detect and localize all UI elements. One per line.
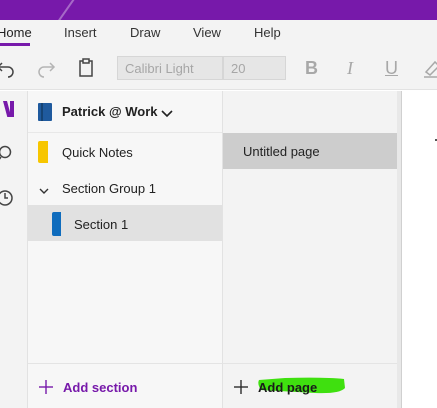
section-group-label: Section Group 1 bbox=[62, 181, 156, 196]
add-page-button[interactable]: Add page bbox=[223, 364, 398, 408]
section-group-item[interactable]: Section Group 1 bbox=[28, 169, 222, 205]
notebook-header[interactable]: Patrick @ Work bbox=[28, 91, 222, 133]
menu-bar: Home Insert Draw View Help bbox=[0, 20, 437, 46]
add-section-bar: Add section bbox=[28, 363, 222, 408]
font-name-field[interactable]: Calibri Light bbox=[117, 56, 223, 80]
section-item-section-1[interactable]: Section 1 bbox=[28, 205, 222, 241]
sections-list: Quick Notes Section Group 1 Section 1 bbox=[28, 133, 222, 363]
add-section-label: Add section bbox=[63, 380, 138, 395]
recent-icon[interactable] bbox=[0, 189, 14, 212]
notebook-icon bbox=[38, 103, 52, 126]
chevron-down-icon[interactable] bbox=[161, 106, 173, 124]
menu-view[interactable]: View bbox=[193, 25, 221, 40]
add-page-bar: Add page bbox=[222, 363, 397, 408]
undo-icon[interactable] bbox=[0, 56, 18, 80]
section-item-quick-notes[interactable]: Quick Notes bbox=[28, 133, 222, 169]
bold-button[interactable]: B bbox=[305, 58, 318, 79]
notebook-title: Patrick @ Work bbox=[62, 104, 158, 119]
highlighter-icon[interactable] bbox=[420, 56, 437, 80]
chevron-down-icon[interactable] bbox=[39, 182, 49, 200]
title-bar bbox=[0, 0, 437, 20]
plus-icon bbox=[38, 379, 54, 400]
section-tab-icon bbox=[52, 212, 61, 241]
clipboard-icon[interactable] bbox=[74, 56, 98, 80]
menu-insert[interactable]: Insert bbox=[64, 25, 97, 40]
ribbon-toolbar: Calibri Light 20 B I U bbox=[0, 46, 437, 90]
page-label: Untitled page bbox=[243, 144, 320, 159]
menu-help[interactable]: Help bbox=[254, 25, 281, 40]
font-size-field[interactable]: 20 bbox=[223, 56, 286, 80]
page-canvas[interactable] bbox=[401, 91, 437, 408]
left-rail bbox=[0, 91, 28, 408]
page-item-untitled[interactable]: Untitled page bbox=[223, 133, 398, 169]
notebooks-icon[interactable] bbox=[0, 101, 16, 122]
section-label: Section 1 bbox=[74, 217, 129, 232]
plus-icon bbox=[233, 379, 249, 400]
add-section-button[interactable]: Add section bbox=[28, 364, 222, 408]
search-icon[interactable] bbox=[0, 145, 14, 168]
underline-button[interactable]: U bbox=[385, 58, 398, 79]
redo-icon[interactable] bbox=[34, 56, 58, 80]
pages-list: Untitled page bbox=[222, 91, 398, 363]
menu-home[interactable]: Home bbox=[0, 25, 32, 40]
title-bar-decoration bbox=[57, 0, 77, 20]
menu-draw[interactable]: Draw bbox=[130, 25, 160, 40]
section-tab-icon bbox=[38, 141, 48, 168]
italic-button[interactable]: I bbox=[347, 58, 353, 79]
section-label: Quick Notes bbox=[62, 145, 133, 160]
add-page-label: Add page bbox=[258, 380, 318, 395]
